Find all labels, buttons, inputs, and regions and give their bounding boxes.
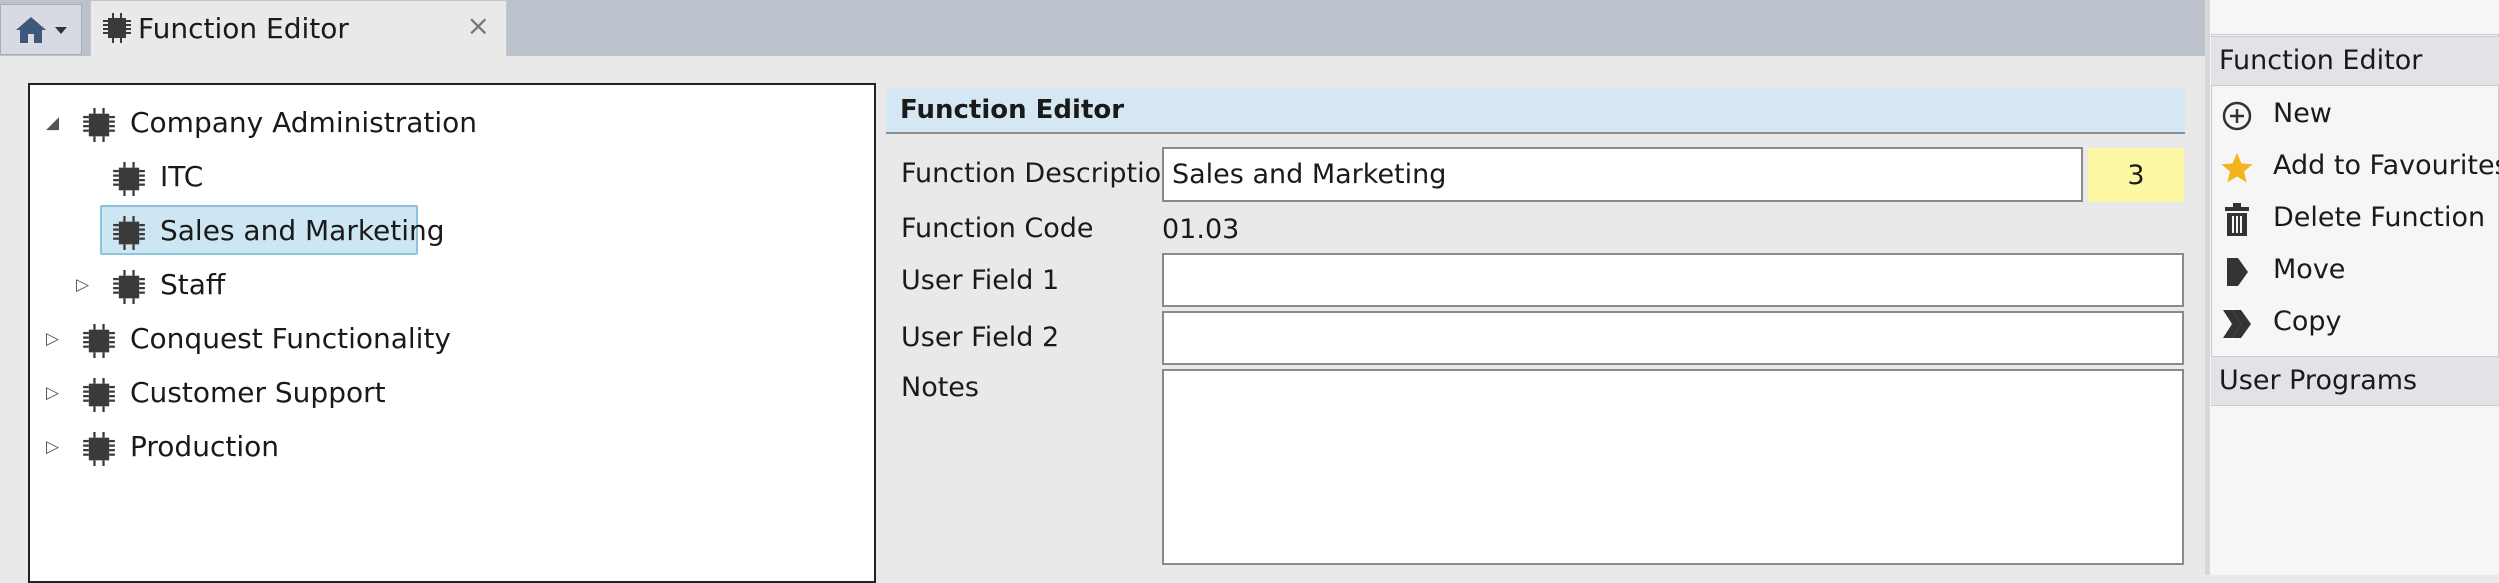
chip-icon [83, 324, 115, 358]
user-field-2-input[interactable] [1162, 311, 2184, 365]
action-label: New [2273, 98, 2332, 129]
tab-close-button[interactable]: × [467, 9, 490, 42]
action-label: Copy [2273, 306, 2342, 337]
tree-node-label: Conquest Functionality [130, 322, 452, 355]
function-description-input[interactable] [1162, 147, 2083, 202]
user-field-2-label: User Field 2 [901, 322, 1060, 353]
copy-arrows-icon [2219, 306, 2255, 342]
tree-node-label: Customer Support [130, 376, 386, 409]
tree-node-company-administration[interactable]: ◢ Company Administration [30, 99, 870, 149]
user-field-1-label: User Field 1 [901, 265, 1060, 296]
chip-icon [113, 162, 145, 196]
chevron-down-icon [55, 26, 67, 34]
pane-divider [2205, 0, 2210, 575]
action-delete-function[interactable]: Delete Function [2211, 194, 2499, 246]
tree-node-staff[interactable]: ▷ Staff [30, 261, 870, 311]
notes-label: Notes [901, 372, 979, 403]
tree-node-label: Staff [160, 268, 226, 301]
expand-arrow-icon[interactable]: ▷ [46, 383, 59, 403]
notes-textarea[interactable] [1162, 369, 2184, 565]
tree-node-label: Company Administration [130, 106, 477, 139]
plus-circle-icon [2219, 98, 2255, 134]
count-badge: 3 [2088, 148, 2184, 202]
chip-icon [103, 13, 131, 43]
collapse-arrow-icon[interactable]: ◢ [46, 113, 59, 133]
action-move[interactable]: Move [2211, 246, 2499, 298]
user-field-1-input[interactable] [1162, 253, 2184, 307]
tree-node-conquest-functionality[interactable]: ▷ Conquest Functionality [30, 315, 870, 365]
tree-node-sales-and-marketing[interactable]: Sales and Marketing [30, 207, 870, 257]
chip-icon [113, 216, 145, 250]
tree-node-label: Production [130, 430, 279, 463]
home-icon [16, 16, 46, 43]
action-copy[interactable]: Copy [2211, 298, 2499, 350]
function-tree[interactable]: ◢ Company Administration ITC Sales and M… [28, 83, 876, 583]
tree-node-label: Sales and Marketing [160, 214, 445, 247]
star-icon [2219, 150, 2255, 186]
action-label: Move [2273, 254, 2346, 285]
action-label: Delete Function [2273, 202, 2486, 233]
action-group-header-user-programs[interactable]: User Programs [2211, 356, 2499, 406]
expand-arrow-icon[interactable]: ▷ [46, 437, 59, 457]
editor-panel-header: Function Editor [886, 88, 2185, 134]
action-group-header-function-editor[interactable]: Function Editor [2211, 36, 2499, 86]
action-label: Add to Favourites [2273, 150, 2499, 181]
tree-node-itc[interactable]: ITC [30, 153, 870, 203]
tree-node-customer-support[interactable]: ▷ Customer Support [30, 369, 870, 419]
tab-title: Function Editor [138, 12, 349, 45]
function-code-value: 01.03 [1162, 214, 1240, 245]
action-group-title: Function Editor [2219, 45, 2423, 76]
tab-strip: Function Editor × [0, 0, 2205, 56]
action-add-to-favourites[interactable]: Add to Favourites [2211, 142, 2499, 194]
expand-arrow-icon[interactable]: ▷ [46, 329, 59, 349]
tree-node-label: ITC [160, 160, 204, 193]
chip-icon [83, 378, 115, 412]
home-menu-button[interactable] [0, 4, 82, 55]
action-new[interactable]: New [2211, 90, 2499, 142]
chip-icon [83, 432, 115, 466]
trash-icon [2219, 202, 2255, 238]
function-code-label: Function Code [901, 213, 1094, 244]
tab-function-editor[interactable]: Function Editor × [90, 0, 507, 56]
move-arrow-icon [2219, 254, 2255, 290]
chip-icon [113, 270, 145, 304]
expand-arrow-icon[interactable]: ▷ [76, 275, 89, 295]
tree-node-production[interactable]: ▷ Production [30, 423, 870, 473]
panel-title: Function Editor [900, 95, 1125, 125]
action-group-title: User Programs [2219, 365, 2418, 396]
chip-icon [83, 108, 115, 142]
function-description-label: Function Description [901, 158, 1179, 189]
